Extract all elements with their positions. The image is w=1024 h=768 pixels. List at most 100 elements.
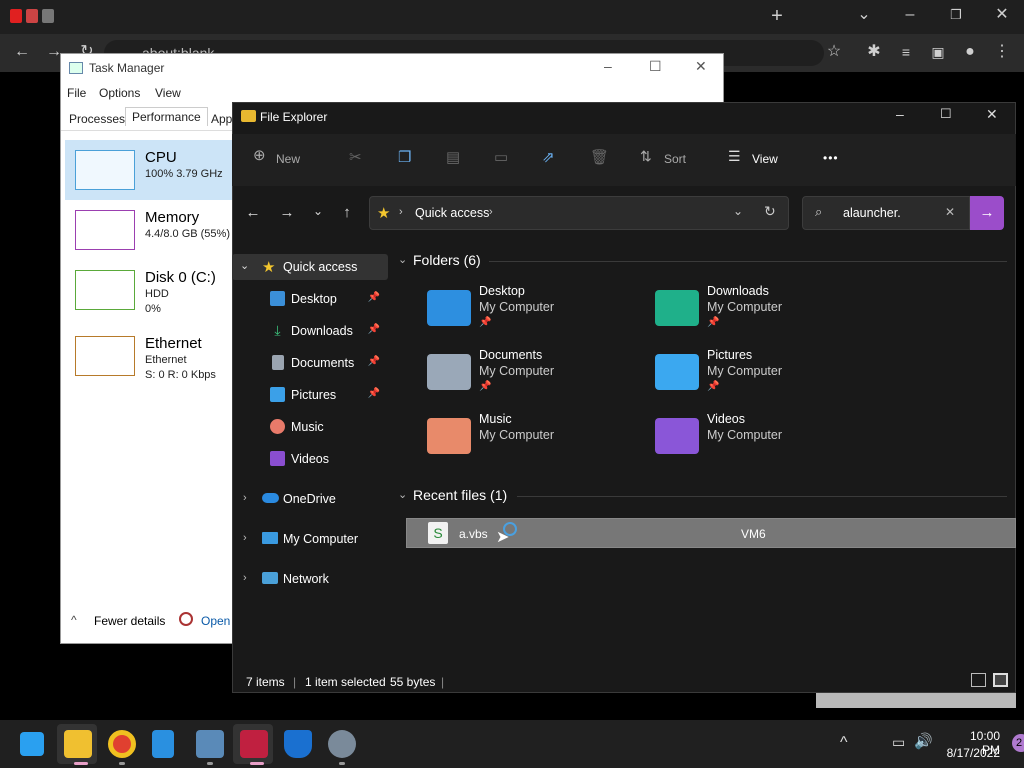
- view-icon[interactable]: ☰: [728, 148, 741, 165]
- chrome-taskbar-icon[interactable]: [108, 730, 136, 758]
- pin-icon[interactable]: 📌: [368, 292, 380, 303]
- tree-item-pictures[interactable]: Pictures 📌: [232, 382, 386, 408]
- tiles-view-icon[interactable]: [993, 673, 1008, 687]
- tm-maximize-icon[interactable]: ☐: [649, 58, 662, 75]
- close-icon[interactable]: ✕: [990, 5, 1014, 25]
- bookmark-star-icon[interactable]: ☆: [822, 42, 846, 62]
- refresh-icon[interactable]: ↻: [764, 203, 776, 220]
- ethernet-graph[interactable]: [75, 336, 135, 376]
- tree-item-desktop[interactable]: Desktop 📌: [232, 286, 386, 312]
- memory-graph[interactable]: [75, 210, 135, 250]
- new-plus-icon[interactable]: ⊕: [253, 146, 266, 164]
- folder-music[interactable]: Music My Computer: [427, 412, 637, 468]
- extensions-puzzle-icon[interactable]: ✱: [862, 42, 886, 62]
- task-manager-taskbar-icon[interactable]: [196, 730, 224, 758]
- tree-item-documents[interactable]: Documents 📌: [232, 350, 386, 376]
- notification-badge[interactable]: 2: [1012, 734, 1024, 752]
- tree-my-computer[interactable]: My Computer: [283, 532, 358, 546]
- delete-icon[interactable]: 🗑: [590, 148, 609, 166]
- breadcrumb-quick-access[interactable]: Quick access: [415, 206, 489, 220]
- cut-icon[interactable]: ✂: [349, 148, 362, 166]
- tm-menu-view[interactable]: View: [155, 86, 181, 100]
- sort-button[interactable]: Sort: [664, 152, 686, 166]
- rename-icon[interactable]: ▭: [494, 148, 508, 166]
- view-button[interactable]: View: [752, 152, 778, 166]
- folder-downloads[interactable]: Downloads My Computer 📌: [655, 284, 865, 340]
- volume-icon[interactable]: 🔊: [914, 732, 933, 750]
- new-tab-button[interactable]: +: [765, 6, 789, 26]
- folder-desktop[interactable]: Desktop My Computer 📌: [427, 284, 637, 340]
- address-dropdown-icon[interactable]: ⌄: [733, 204, 743, 218]
- chevron-up-icon[interactable]: ^: [71, 613, 77, 627]
- nav-up-icon[interactable]: ↑: [336, 204, 358, 221]
- pin-icon[interactable]: 📌: [368, 388, 380, 399]
- more-options-button[interactable]: •••: [823, 151, 839, 165]
- menu-kebab-icon[interactable]: ⋮: [990, 42, 1014, 62]
- restore-icon[interactable]: ❐: [944, 5, 968, 25]
- tab-search-chevron-down-icon[interactable]: ⌄: [852, 5, 876, 25]
- chevron-right-icon[interactable]: ›: [399, 206, 403, 218]
- chevron-right-icon[interactable]: ›: [243, 532, 247, 544]
- clock-date[interactable]: 8/17/2022: [942, 746, 1000, 760]
- fe-minimize-icon[interactable]: –: [896, 106, 904, 122]
- windows-start-icon[interactable]: [20, 732, 44, 756]
- tree-quick-access[interactable]: Quick access: [283, 260, 357, 274]
- tm-menu-file[interactable]: File: [67, 86, 86, 100]
- chevron-up-icon[interactable]: ^: [840, 734, 848, 752]
- pin-icon[interactable]: 📌: [368, 324, 380, 335]
- tab-favicon-icon[interactable]: [26, 9, 38, 23]
- details-view-icon[interactable]: [971, 673, 986, 687]
- folders-header[interactable]: Folders (6): [413, 252, 481, 268]
- search-go-arrow-icon[interactable]: →: [970, 196, 1004, 230]
- paste-icon[interactable]: ▤: [446, 148, 460, 166]
- tab-processes[interactable]: Processes: [63, 110, 131, 128]
- nav-forward-icon[interactable]: →: [276, 204, 298, 221]
- chevron-down-icon[interactable]: ⌄: [398, 253, 407, 266]
- tm-minimize-icon[interactable]: –: [604, 58, 612, 74]
- open-resource-monitor-link[interactable]: Open: [201, 614, 230, 628]
- network-status-icon[interactable]: ▭: [892, 734, 905, 751]
- clear-search-icon[interactable]: ✕: [945, 205, 955, 219]
- profile-avatar-icon[interactable]: ●: [958, 42, 982, 62]
- chevron-down-icon[interactable]: ⌄: [240, 259, 249, 272]
- pin-icon[interactable]: 📌: [368, 356, 380, 367]
- youtube-favicon-icon[interactable]: [10, 9, 22, 23]
- tab-favicon-icon[interactable]: [42, 9, 54, 23]
- chevron-right-icon[interactable]: ›: [243, 572, 247, 584]
- sort-icon[interactable]: ⇅: [640, 148, 652, 165]
- side-panel-icon[interactable]: ▣: [926, 42, 950, 62]
- tree-item-videos[interactable]: Videos: [232, 446, 386, 472]
- folder-videos[interactable]: Videos My Computer: [655, 412, 865, 468]
- reading-list-icon[interactable]: ≡: [894, 42, 918, 62]
- tree-onedrive[interactable]: OneDrive: [283, 492, 336, 506]
- folder-pictures[interactable]: Pictures My Computer 📌: [655, 348, 865, 404]
- chevron-down-icon[interactable]: ⌄: [398, 488, 407, 501]
- tree-item-music[interactable]: Music: [232, 414, 386, 440]
- settings-gear-icon[interactable]: [328, 730, 356, 758]
- share-icon[interactable]: ⇗: [542, 148, 555, 166]
- tab-performance[interactable]: Performance: [125, 107, 208, 126]
- back-arrow-icon[interactable]: ←: [10, 42, 34, 62]
- cpu-graph[interactable]: [75, 150, 135, 190]
- fewer-details-link[interactable]: Fewer details: [94, 614, 165, 628]
- file-explorer-taskbar-icon[interactable]: [64, 730, 92, 758]
- copy-icon[interactable]: ❐: [398, 148, 411, 166]
- recent-locations-chevron-icon[interactable]: ⌄: [307, 204, 329, 218]
- folder-documents[interactable]: Documents My Computer 📌: [427, 348, 637, 404]
- minimize-icon[interactable]: –: [898, 5, 922, 25]
- tm-menu-options[interactable]: Options: [99, 86, 140, 100]
- defender-shield-icon[interactable]: [284, 730, 312, 758]
- tm-close-icon[interactable]: ✕: [695, 58, 707, 75]
- tree-network[interactable]: Network: [283, 572, 329, 586]
- nav-back-icon[interactable]: ←: [242, 204, 264, 221]
- notepad-taskbar-icon[interactable]: [152, 730, 174, 758]
- new-button[interactable]: New: [276, 152, 300, 166]
- fe-maximize-icon[interactable]: ☐: [940, 106, 952, 122]
- recent-files-header[interactable]: Recent files (1): [413, 487, 507, 503]
- disk-graph[interactable]: [75, 270, 135, 310]
- chevron-right-icon[interactable]: ›: [243, 492, 247, 504]
- script-app-taskbar-icon[interactable]: [240, 730, 268, 758]
- chevron-right-icon[interactable]: ›: [489, 206, 493, 218]
- tree-item-downloads[interactable]: ⤓ Downloads 📌: [232, 318, 386, 344]
- fe-close-icon[interactable]: ✕: [986, 106, 998, 123]
